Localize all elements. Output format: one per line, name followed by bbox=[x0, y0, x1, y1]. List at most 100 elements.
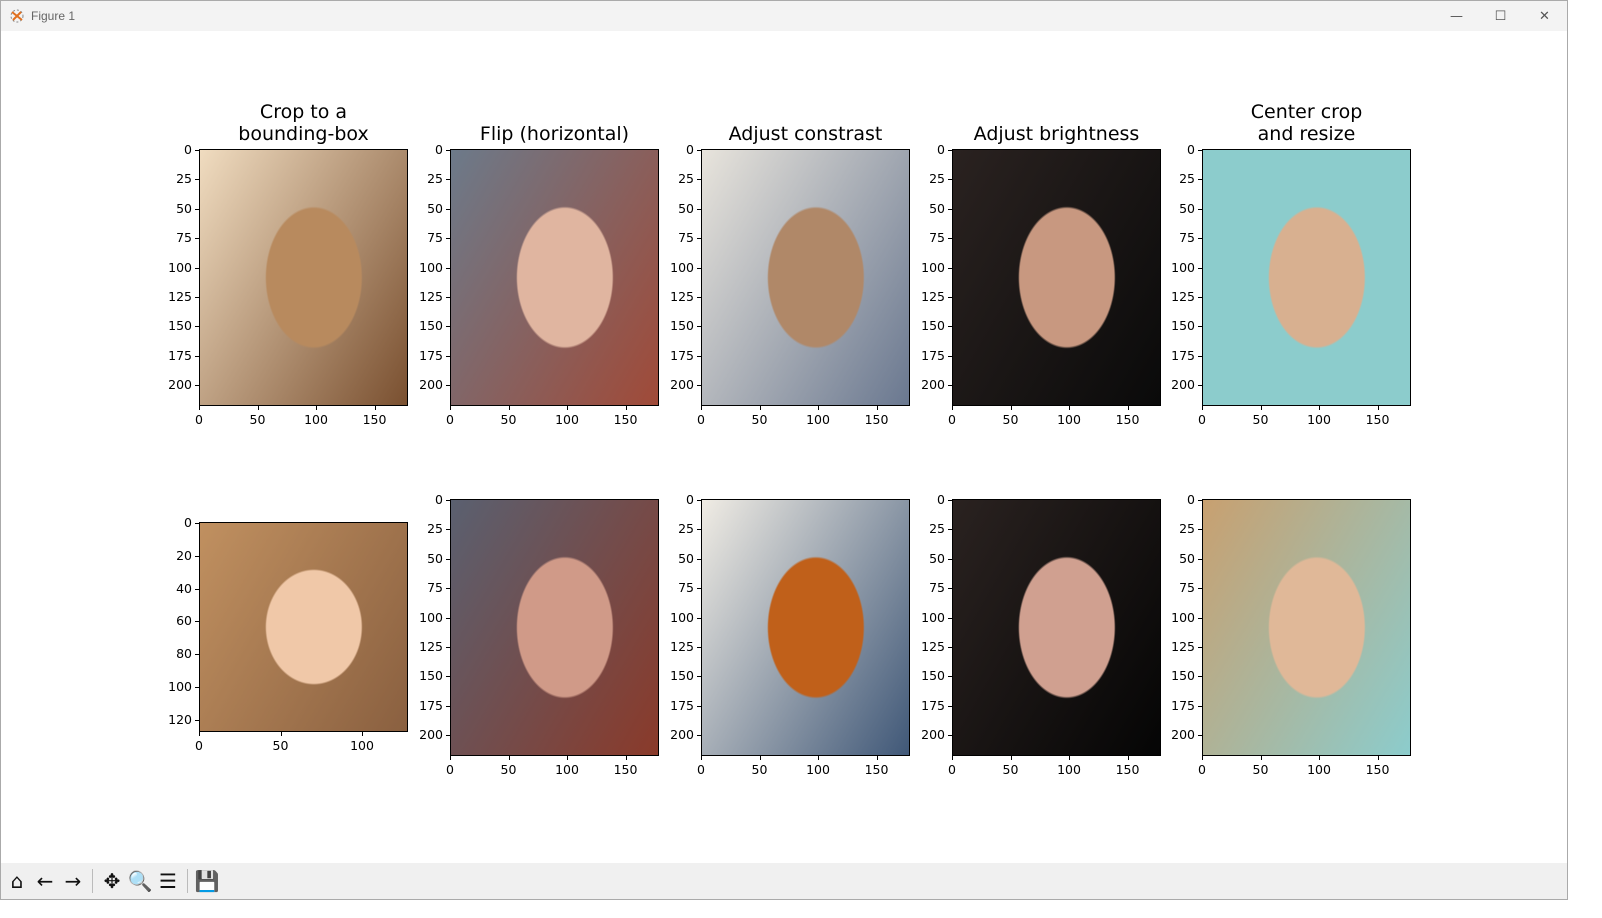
y-tick-mark bbox=[195, 588, 199, 590]
y-tick-label: 200 bbox=[419, 377, 443, 393]
x-tick-mark bbox=[1260, 756, 1262, 760]
y-tick-mark bbox=[948, 355, 952, 357]
x-tick-mark bbox=[876, 406, 878, 410]
y-tick-label: 175 bbox=[419, 697, 443, 713]
y-tick-label: 0 bbox=[184, 515, 192, 530]
x-tick-mark bbox=[759, 756, 761, 760]
x-tick-mark bbox=[625, 406, 627, 410]
y-tick-label: 125 bbox=[670, 289, 694, 304]
y-tick-label: 80 bbox=[176, 646, 192, 662]
y-tick-mark bbox=[948, 676, 952, 678]
y-tick-mark bbox=[446, 558, 450, 560]
y-tick-label: 125 bbox=[1171, 289, 1195, 304]
x-tick-label: 100 bbox=[555, 412, 579, 427]
x-tick-mark bbox=[316, 406, 317, 410]
x-tick-mark bbox=[701, 406, 702, 410]
y-tick-mark bbox=[948, 208, 952, 210]
x-tick-label: 100 bbox=[304, 412, 328, 427]
y-tick-mark bbox=[446, 179, 450, 181]
y-tick-mark bbox=[1198, 326, 1202, 328]
y-tick-mark bbox=[948, 326, 952, 328]
y-tick-label: 200 bbox=[670, 727, 694, 743]
y-tick-mark bbox=[948, 617, 952, 619]
y-tick-label: 200 bbox=[921, 377, 945, 393]
y-tick-mark bbox=[1198, 500, 1202, 501]
y-tick-mark bbox=[446, 676, 450, 678]
y-tick-label: 100 bbox=[1171, 259, 1195, 275]
y-tick-label: 0 bbox=[435, 492, 443, 507]
x-tick-label: 0 bbox=[948, 762, 956, 777]
y-tick-mark bbox=[697, 529, 701, 531]
y-tick-mark bbox=[195, 179, 199, 181]
y-tick-mark bbox=[446, 588, 450, 590]
y-tick-label: 75 bbox=[427, 230, 443, 246]
subplot-axes bbox=[701, 149, 910, 406]
x-tick-mark bbox=[199, 732, 200, 736]
home-button[interactable]: ⌂ bbox=[5, 869, 29, 893]
y-tick-mark bbox=[446, 326, 450, 328]
y-tick-label: 175 bbox=[670, 697, 694, 713]
x-tick-label: 0 bbox=[446, 412, 454, 427]
face-image bbox=[953, 150, 1160, 405]
x-tick-label: 50 bbox=[272, 738, 289, 753]
save-button[interactable]: 💾 bbox=[194, 869, 220, 893]
x-tick-mark bbox=[362, 732, 363, 736]
y-tick-mark bbox=[1198, 267, 1202, 269]
x-tick-label: 100 bbox=[806, 412, 830, 427]
close-button[interactable]: ✕ bbox=[1522, 1, 1567, 31]
y-tick-label: 25 bbox=[427, 171, 443, 187]
forward-icon: → bbox=[64, 869, 82, 893]
y-tick-label: 100 bbox=[419, 609, 443, 625]
subplot-axes bbox=[1202, 149, 1411, 406]
y-tick-mark bbox=[697, 617, 701, 619]
pan-button[interactable]: ✥ bbox=[100, 869, 124, 893]
x-tick-mark bbox=[567, 756, 568, 760]
y-tick-mark bbox=[1198, 355, 1202, 357]
y-tick-label: 100 bbox=[921, 259, 945, 275]
y-tick-label: 125 bbox=[419, 639, 443, 654]
subplot-title: Adjust brightness bbox=[973, 123, 1140, 145]
x-tick-label: 150 bbox=[1365, 762, 1390, 777]
y-tick-mark bbox=[948, 385, 952, 387]
y-tick-label: 175 bbox=[419, 347, 443, 363]
minimize-button[interactable]: — bbox=[1434, 1, 1479, 31]
y-tick-label: 40 bbox=[176, 580, 192, 596]
y-tick-mark bbox=[697, 150, 701, 151]
configure-subplots-button[interactable]: ☰ bbox=[156, 869, 180, 893]
back-icon: ← bbox=[36, 869, 54, 893]
y-tick-label: 0 bbox=[435, 142, 443, 157]
y-tick-label: 125 bbox=[419, 289, 443, 304]
zoom-button[interactable]: 🔍 bbox=[128, 869, 153, 893]
y-tick-mark bbox=[948, 529, 952, 531]
y-tick-mark bbox=[195, 555, 199, 557]
y-tick-label: 100 bbox=[168, 679, 192, 694]
y-tick-label: 175 bbox=[1171, 347, 1195, 363]
y-tick-mark bbox=[697, 558, 701, 560]
x-tick-mark bbox=[1069, 406, 1070, 410]
x-tick-label: 100 bbox=[350, 738, 374, 753]
y-tick-label: 200 bbox=[419, 727, 443, 743]
x-tick-label: 150 bbox=[1115, 412, 1140, 427]
y-tick-mark bbox=[195, 621, 199, 623]
face-image bbox=[1203, 500, 1410, 755]
x-tick-label: 0 bbox=[195, 412, 203, 427]
x-tick-mark bbox=[1010, 756, 1012, 760]
y-tick-mark bbox=[697, 355, 701, 357]
y-tick-label: 0 bbox=[686, 142, 694, 157]
back-button[interactable]: ← bbox=[33, 869, 57, 893]
subplot-axes bbox=[450, 499, 659, 756]
y-tick-mark bbox=[948, 500, 952, 501]
x-tick-label: 0 bbox=[446, 762, 454, 777]
forward-button[interactable]: → bbox=[61, 869, 85, 893]
y-tick-mark bbox=[1198, 705, 1202, 707]
window-title: Figure 1 bbox=[31, 9, 76, 23]
x-tick-label: 50 bbox=[751, 412, 768, 427]
save-icon: 💾 bbox=[194, 869, 220, 893]
maximize-button[interactable]: ☐ bbox=[1478, 1, 1523, 31]
y-tick-label: 100 bbox=[921, 609, 945, 625]
x-tick-label: 50 bbox=[1252, 762, 1269, 777]
subplot-title: Center crop and resize bbox=[1250, 101, 1363, 145]
subplot-axes bbox=[199, 149, 408, 406]
y-tick-label: 175 bbox=[921, 697, 945, 713]
face-image bbox=[702, 150, 909, 405]
